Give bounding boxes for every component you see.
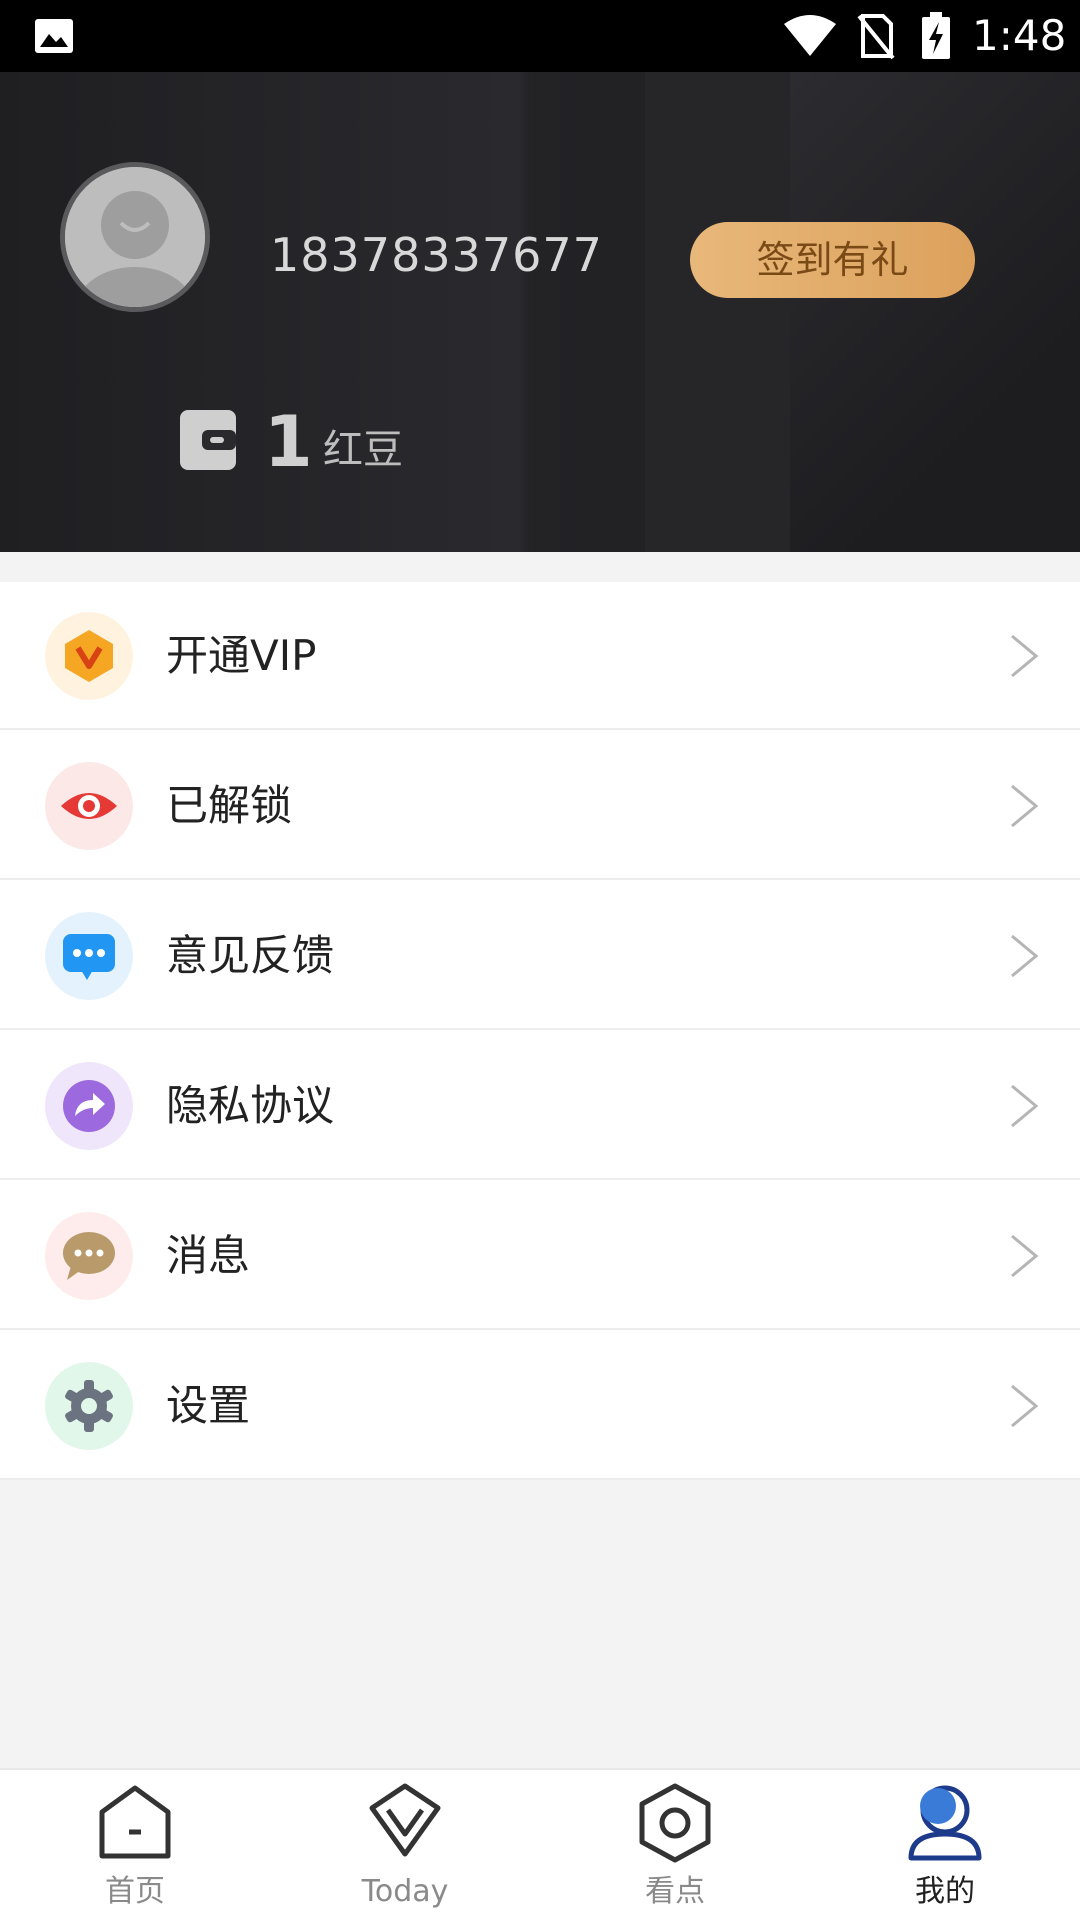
- menu-list: 开通VIP 已解锁 意见反馈 隐私协议 消息 设置: [0, 582, 1080, 1480]
- menu-item-privacy[interactable]: 隐私协议: [0, 1032, 1080, 1180]
- header-decoration: [790, 72, 1080, 552]
- chevron-right-icon: [1011, 1234, 1039, 1278]
- avatar[interactable]: [60, 162, 210, 312]
- gear-icon: [45, 1362, 133, 1450]
- menu-item-unlocked[interactable]: 已解锁: [0, 732, 1080, 880]
- bean-balance-value: 1: [264, 401, 313, 483]
- menu-item-open-vip[interactable]: 开通VIP: [0, 582, 1080, 730]
- chevron-right-icon: [1011, 784, 1039, 828]
- menu-item-label: 意见反馈: [166, 931, 335, 980]
- profile-header: 18378337677 签到有礼 1 红豆: [0, 72, 1080, 552]
- chevron-right-icon: [1011, 1384, 1039, 1428]
- bean-balance-unit: 红豆: [323, 427, 403, 473]
- wallet-icon: [180, 410, 236, 470]
- bottom-nav: 首页 Today 看点 我的: [0, 1768, 1080, 1920]
- battery-charging-icon: [922, 12, 950, 59]
- menu-item-messages[interactable]: 消息: [0, 1182, 1080, 1330]
- chevron-right-icon: [1011, 1084, 1039, 1128]
- eye-icon: [45, 762, 133, 850]
- nav-label: 我的: [915, 1874, 975, 1909]
- menu-item-feedback[interactable]: 意见反馈: [0, 882, 1080, 1030]
- chevron-right-icon: [1011, 634, 1039, 678]
- today-icon: [369, 1783, 441, 1857]
- menu-item-label: 已解锁: [166, 781, 293, 830]
- no-sim-icon: [857, 14, 895, 60]
- menu-item-label: 消息: [166, 1231, 251, 1280]
- status-clock: 1:48: [972, 11, 1067, 60]
- profile-icon: [908, 1785, 982, 1861]
- gallery-icon: [35, 19, 73, 53]
- message-icon: [45, 1212, 133, 1300]
- checkin-reward-button[interactable]: 签到有礼: [690, 222, 975, 298]
- home-icon: [99, 1785, 171, 1859]
- wifi-icon: [784, 15, 836, 56]
- menu-item-label: 隐私协议: [166, 1081, 335, 1130]
- nav-tab-home[interactable]: 首页: [0, 1770, 270, 1920]
- nav-label: 首页: [105, 1874, 165, 1909]
- share-arrow-icon: [45, 1062, 133, 1150]
- nav-label: Today: [361, 1874, 449, 1909]
- vip-icon: [45, 612, 133, 700]
- nav-tab-mine[interactable]: 我的: [810, 1770, 1080, 1920]
- user-phone-number: 18378337677: [270, 228, 603, 282]
- chevron-right-icon: [1011, 934, 1039, 978]
- menu-item-label: 设置: [166, 1381, 251, 1430]
- avatar-placeholder-icon: [65, 167, 205, 307]
- nav-tab-today[interactable]: Today: [270, 1770, 540, 1920]
- menu-item-label: 开通VIP: [166, 631, 317, 680]
- menu-item-settings[interactable]: 设置: [0, 1332, 1080, 1480]
- nav-label: 看点: [645, 1874, 705, 1909]
- chat-bubble-icon: [45, 912, 133, 1000]
- hexagon-icon: [639, 1783, 711, 1863]
- status-bar: 1:48: [0, 0, 1080, 72]
- nav-tab-highlights[interactable]: 看点: [540, 1770, 810, 1920]
